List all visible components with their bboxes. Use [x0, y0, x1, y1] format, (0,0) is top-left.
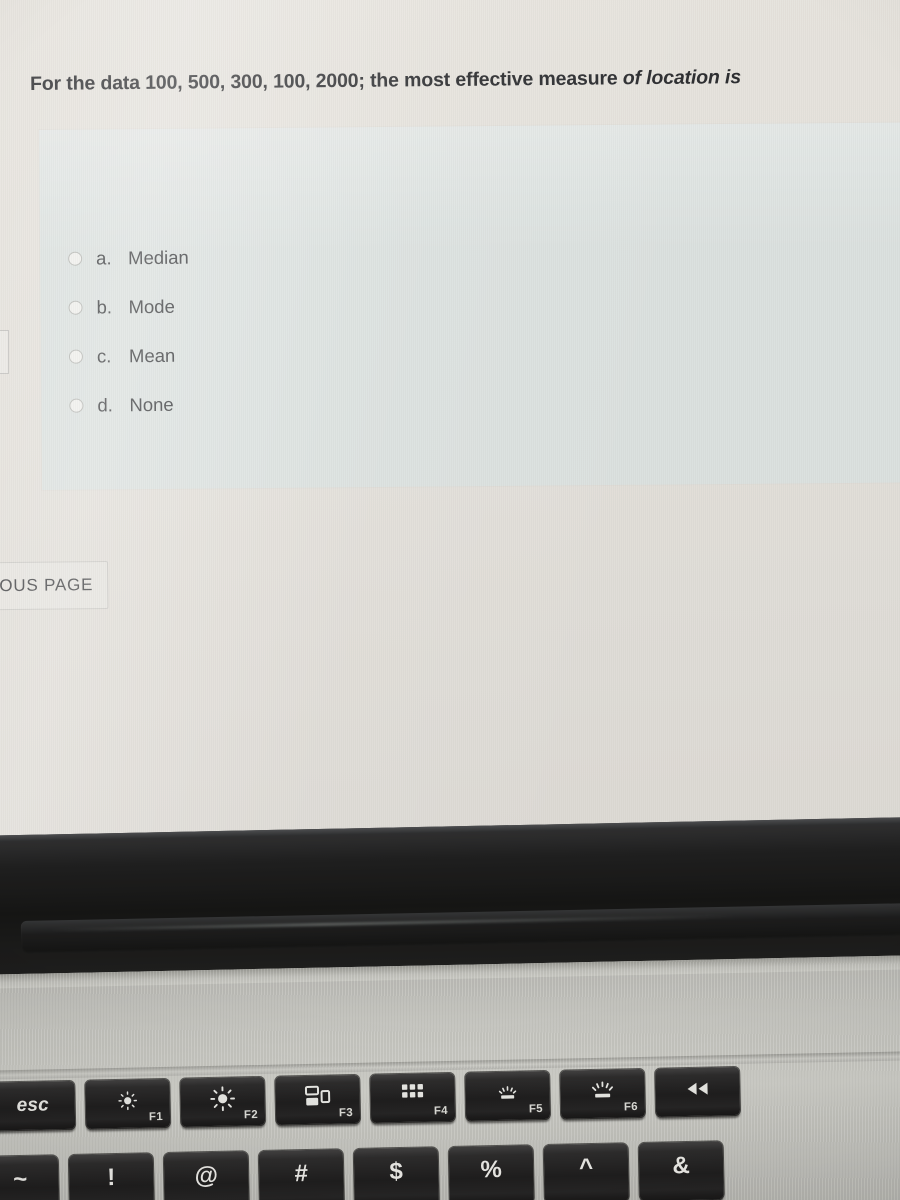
key-esc[interactable]: esc — [0, 1080, 76, 1131]
radio-button-c[interactable] — [68, 349, 84, 364]
key-6-caret[interactable]: ^ — [543, 1143, 629, 1200]
key-4-dollar[interactable]: $ — [353, 1147, 439, 1200]
option-c-letter: c. — [96, 344, 112, 367]
screen-edge-artifact — [0, 330, 9, 374]
key-2-glyph: @ — [194, 1161, 219, 1190]
key-7-ampersand[interactable]: & — [638, 1141, 724, 1200]
option-d[interactable]: d. None — [69, 377, 489, 430]
key-5-percent[interactable]: % — [448, 1145, 534, 1200]
key-f4-launchpad[interactable]: F4 — [370, 1072, 456, 1123]
key-f1-brightness-down[interactable]: F1 — [85, 1078, 171, 1129]
key-f2-label: F2 — [243, 1109, 259, 1122]
key-1-exclamation[interactable]: ! — [68, 1153, 154, 1200]
option-b-label: Mode — [128, 295, 175, 317]
key-3-hash[interactable]: # — [258, 1149, 344, 1200]
option-c-label: Mean — [128, 344, 176, 366]
option-c[interactable]: c. Mean — [68, 328, 489, 381]
key-f5-keyboard-backlight-down[interactable]: F5 — [465, 1070, 551, 1121]
key-tilde-glyph: ~ — [12, 1165, 28, 1194]
question-text-main: For the data 100, 500, 300, 100, 2000; t… — [30, 67, 618, 95]
radio-button-d[interactable] — [69, 398, 84, 413]
key-esc-label: esc — [16, 1094, 50, 1117]
key-4-glyph: $ — [389, 1157, 404, 1186]
option-d-label: None — [129, 393, 174, 415]
option-a[interactable]: a. Median — [68, 230, 488, 283]
question-text: For the data 100, 500, 300, 100, 2000; t… — [30, 65, 876, 96]
option-a-label: Median — [128, 246, 189, 268]
key-f5-label: F5 — [528, 1103, 544, 1116]
key-f2-brightness-up[interactable]: F2 — [180, 1076, 266, 1127]
key-f6-keyboard-backlight-up[interactable]: F6 — [560, 1068, 646, 1119]
key-1-glyph: ! — [106, 1164, 116, 1192]
key-2-at[interactable]: @ — [163, 1151, 249, 1200]
key-f3-mission-control[interactable]: F3 — [275, 1074, 361, 1125]
answer-options-list: a. Median b. Mode c. Mean d. None — [68, 230, 490, 430]
key-f3-label: F3 — [338, 1107, 354, 1120]
key-f4-label: F4 — [433, 1105, 449, 1118]
question-text-italic: of location is — [617, 66, 742, 90]
quiz-page: For the data 100, 500, 300, 100, 2000; t… — [0, 0, 900, 852]
rewind-icon — [655, 1075, 740, 1103]
option-d-letter: d. — [97, 393, 113, 416]
key-6-glyph: ^ — [578, 1153, 594, 1182]
option-b[interactable]: b. Mode — [68, 279, 488, 332]
key-rewind[interactable] — [655, 1066, 741, 1117]
previous-page-button[interactable]: OUS PAGE — [0, 560, 109, 611]
previous-page-button-label: OUS PAGE — [0, 575, 94, 596]
option-b-letter: b. — [96, 295, 113, 318]
key-5-glyph: % — [480, 1155, 503, 1184]
key-tilde[interactable]: ~ — [0, 1155, 60, 1200]
key-f6-label: F6 — [623, 1101, 639, 1114]
number-key-row: ~ ! @ # $ % ^ & — [0, 1141, 724, 1200]
answer-options-card: a. Median b. Mode c. Mean d. None — [39, 122, 900, 490]
option-a-letter: a. — [96, 246, 112, 269]
radio-button-a[interactable] — [68, 251, 83, 266]
radio-button-b[interactable] — [68, 300, 83, 315]
key-7-glyph: & — [672, 1151, 691, 1180]
laptop-screen: For the data 100, 500, 300, 100, 2000; t… — [0, 0, 900, 852]
photo-of-laptop-screen: For the data 100, 500, 300, 100, 2000; t… — [0, 0, 900, 1200]
key-3-glyph: # — [294, 1159, 309, 1188]
key-f1-label: F1 — [148, 1110, 164, 1124]
function-key-row: esc F1 F2 F3 F4 F5 F6 — [0, 1066, 741, 1131]
keyboard: esc F1 F2 F3 F4 F5 F6 ~ ! @ # $ % ^ & — [0, 954, 900, 1200]
